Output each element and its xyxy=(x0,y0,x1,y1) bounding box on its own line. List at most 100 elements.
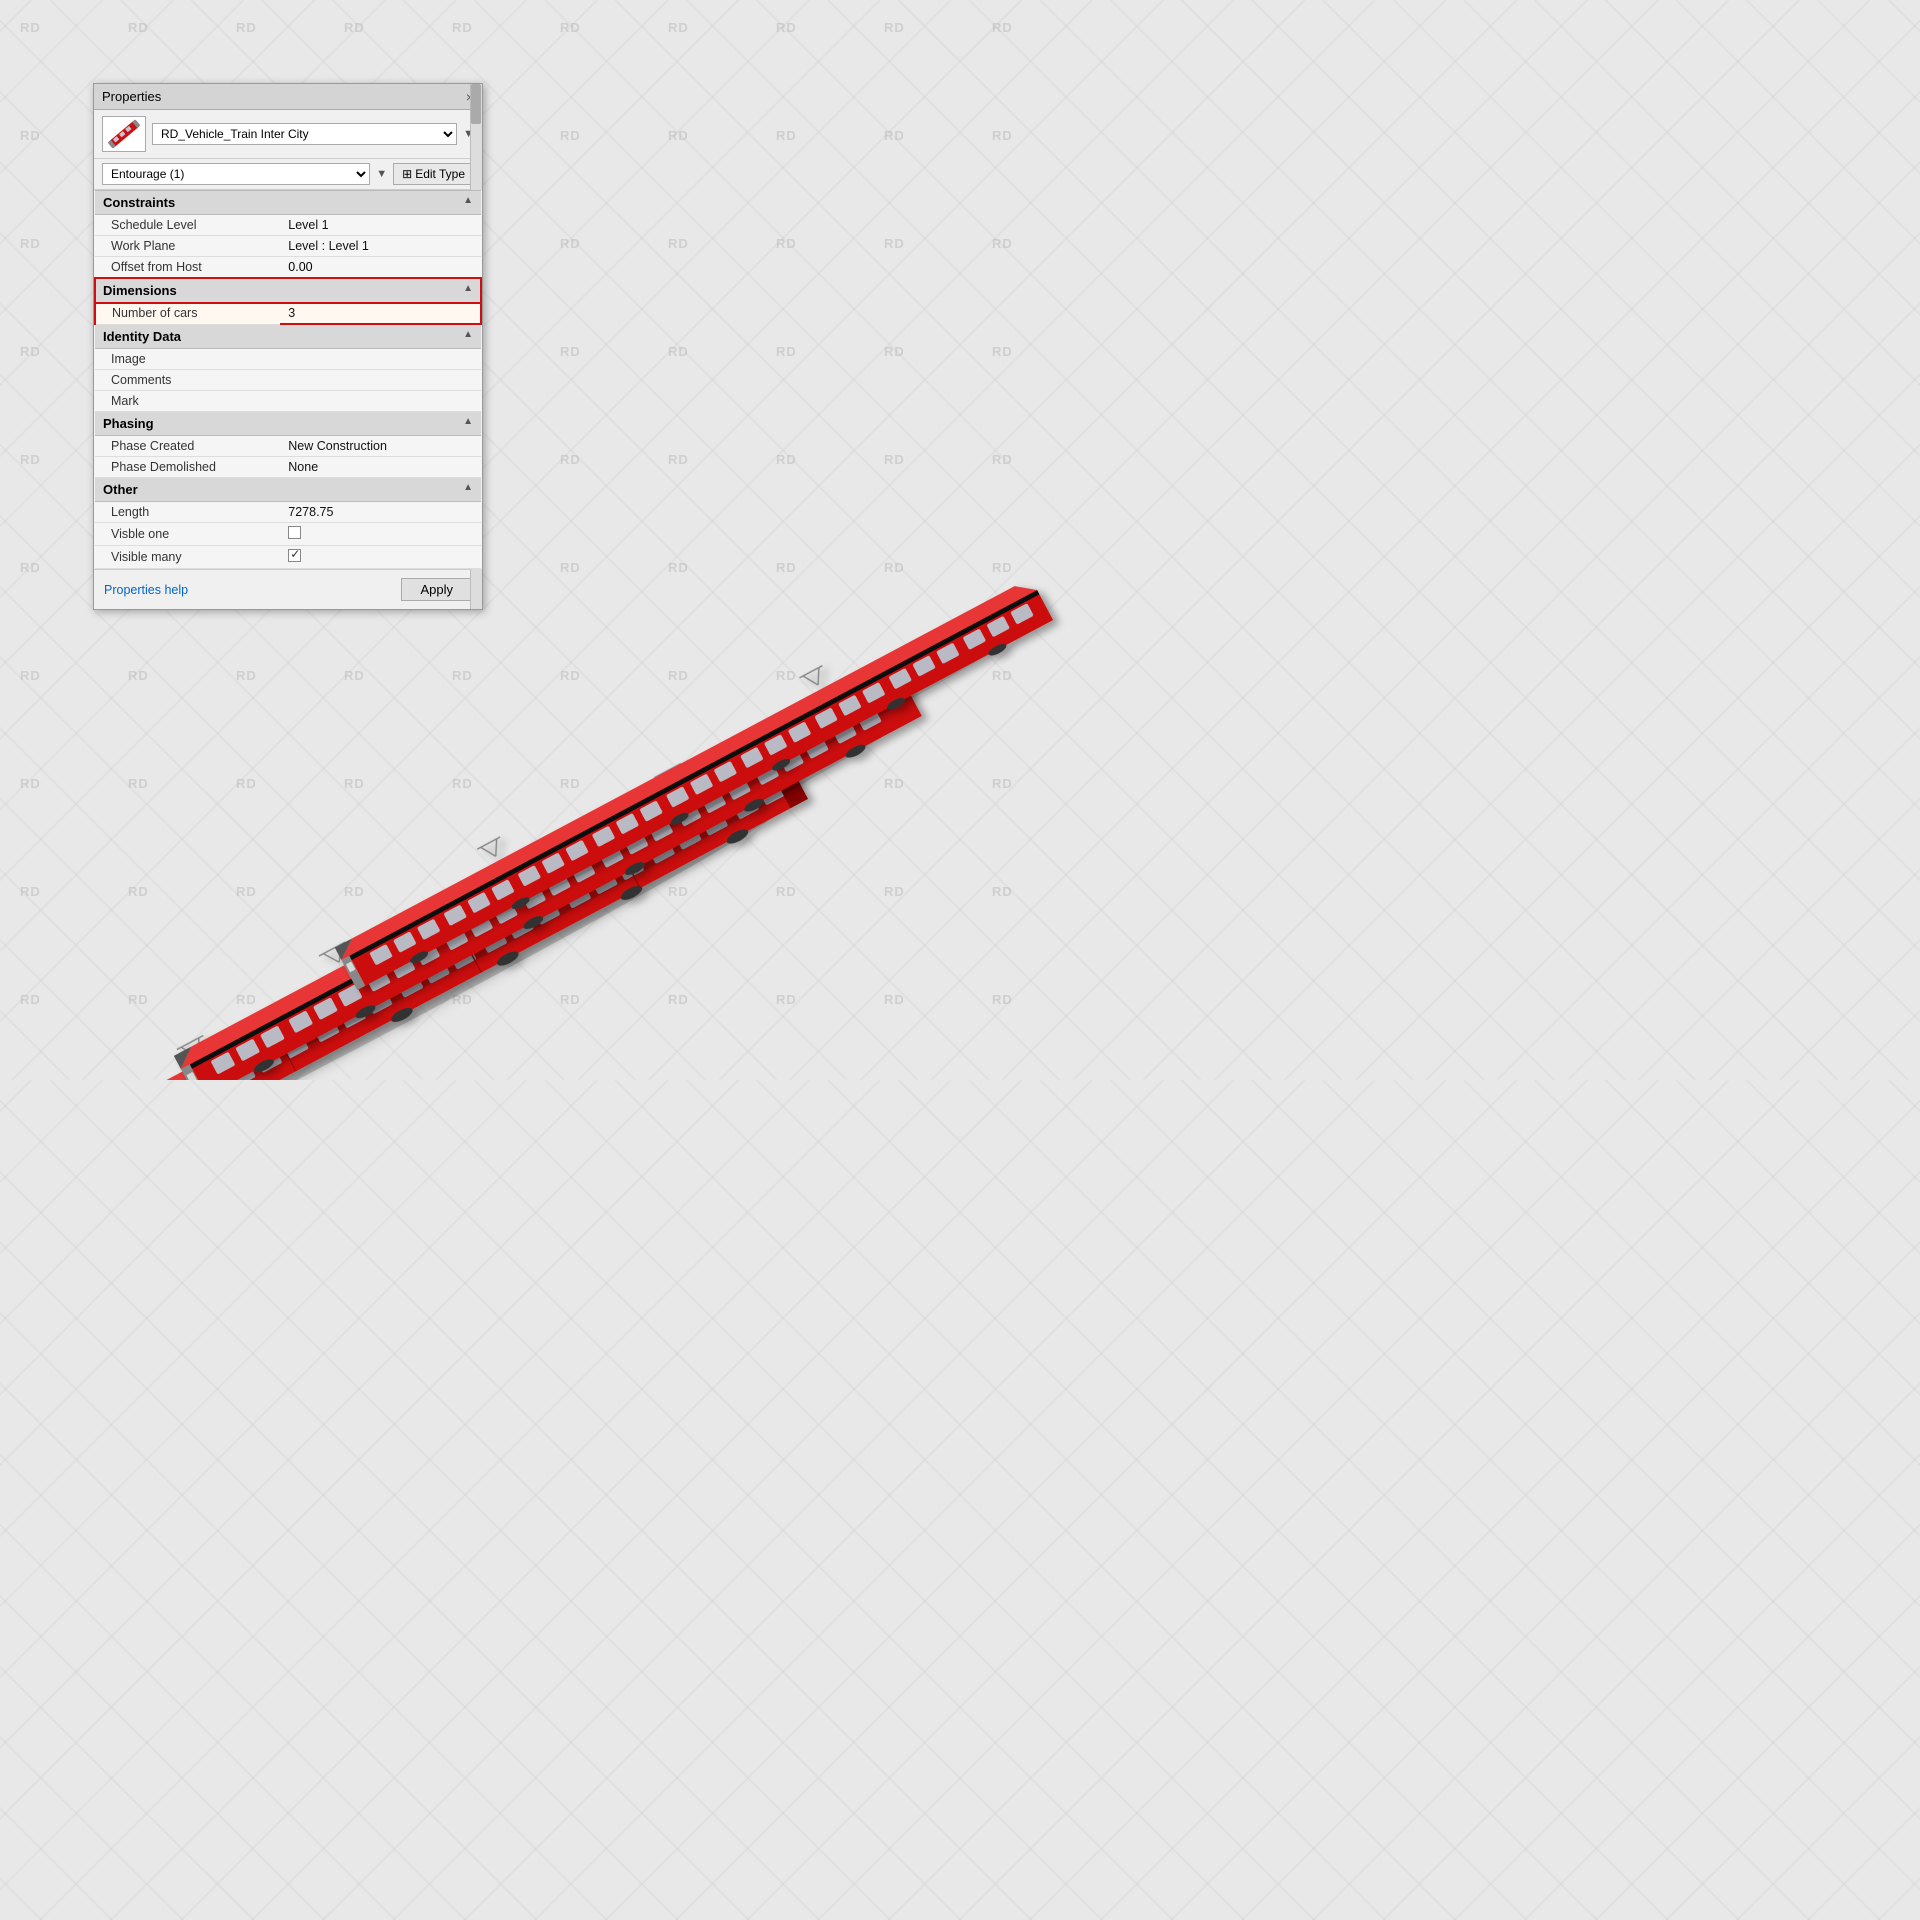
scroll-thumb[interactable] xyxy=(471,84,481,124)
offset-from-host-value[interactable] xyxy=(280,257,481,279)
watermark-text: RD xyxy=(884,344,905,359)
apply-button[interactable]: Apply xyxy=(401,578,472,601)
phase-created-label: Phase Created xyxy=(95,436,280,457)
visible-many-row: Visible many xyxy=(95,546,481,569)
number-of-cars-value[interactable]: 3 xyxy=(280,303,481,325)
panel-footer: Properties help Apply xyxy=(94,569,482,609)
watermark-text: RD xyxy=(992,128,1013,143)
watermark-text: RD xyxy=(776,344,797,359)
properties-help-link[interactable]: Properties help xyxy=(104,583,188,597)
thumbnail-train-icon xyxy=(104,118,144,150)
panel-titlebar: Properties × xyxy=(94,84,482,110)
edit-type-icon: ⊞ xyxy=(402,167,412,181)
offset-from-host-input[interactable] xyxy=(288,260,473,274)
watermark-text: RD xyxy=(236,20,257,35)
comments-row: Comments xyxy=(95,370,481,391)
watermark-text: RD xyxy=(20,20,41,35)
watermark-text: RD xyxy=(128,20,149,35)
comments-label: Comments xyxy=(95,370,280,391)
watermark-text: RD xyxy=(668,344,689,359)
watermark-text: RD xyxy=(992,236,1013,251)
watermark-text: RD xyxy=(884,20,905,35)
phasing-expand-icon[interactable]: ▲ xyxy=(463,416,473,427)
mark-value[interactable] xyxy=(280,391,481,412)
watermark-text: RD xyxy=(884,236,905,251)
visible-many-checkbox[interactable] xyxy=(288,549,301,562)
phase-created-value[interactable]: New Construction xyxy=(280,436,481,457)
watermark-text: RD xyxy=(776,20,797,35)
work-plane-label: Work Plane xyxy=(95,236,280,257)
mark-input[interactable] xyxy=(288,394,473,408)
visible-one-row: Visble one xyxy=(95,523,481,546)
watermark-text: RD xyxy=(20,128,41,143)
panel-title: Properties xyxy=(102,89,161,104)
dimensions-label: Dimensions xyxy=(103,283,177,298)
watermark-text: RD xyxy=(560,344,581,359)
watermark-text: RD xyxy=(20,236,41,251)
number-of-cars-label: Number of cars xyxy=(95,303,280,325)
identity-data-label: Identity Data xyxy=(103,329,181,344)
visible-one-value[interactable] xyxy=(280,523,481,546)
watermark-text: RD xyxy=(668,20,689,35)
constraints-expand-icon[interactable]: ▲ xyxy=(463,195,473,206)
watermark-text: RD xyxy=(884,128,905,143)
comments-input[interactable] xyxy=(288,373,473,387)
constraints-section-header: Constraints ▲ xyxy=(95,191,481,215)
phase-demolished-value[interactable]: None xyxy=(280,457,481,478)
constraints-label: Constraints xyxy=(103,195,175,210)
dimensions-expand-icon[interactable]: ▲ xyxy=(463,283,473,294)
offset-from-host-label: Offset from Host xyxy=(95,257,280,279)
watermark-text: RD xyxy=(20,344,41,359)
instance-row: Entourage (1) ▼ ⊞ Edit Type xyxy=(94,159,482,190)
image-label: Image xyxy=(95,349,280,370)
watermark-text: RD xyxy=(668,128,689,143)
work-plane-row: Work Plane Level : Level 1 xyxy=(95,236,481,257)
type-dropdown[interactable]: RD_Vehicle_Train Inter City xyxy=(152,123,457,145)
identity-data-expand-icon[interactable]: ▲ xyxy=(463,329,473,340)
watermark-text: RD xyxy=(776,128,797,143)
watermark-text: RD xyxy=(668,236,689,251)
watermark-text: RD xyxy=(560,128,581,143)
length-label: Length xyxy=(95,502,280,523)
visible-many-value[interactable] xyxy=(280,546,481,569)
schedule-level-value: Level 1 xyxy=(280,215,481,236)
other-expand-icon[interactable]: ▲ xyxy=(463,482,473,493)
other-section-header: Other ▲ xyxy=(95,478,481,502)
work-plane-value: Level : Level 1 xyxy=(280,236,481,257)
visible-one-label: Visble one xyxy=(95,523,280,546)
watermark-text: RD xyxy=(560,236,581,251)
edit-type-button[interactable]: ⊞ Edit Type xyxy=(393,163,474,185)
watermark-text: RD xyxy=(992,20,1013,35)
image-value xyxy=(280,349,481,370)
watermark-text: RD xyxy=(992,344,1013,359)
phase-demolished-label: Phase Demolished xyxy=(95,457,280,478)
dimensions-section-header: Dimensions ▲ xyxy=(95,278,481,303)
instance-dropdown-arrow-icon: ▼ xyxy=(376,168,387,180)
phasing-label: Phasing xyxy=(103,416,154,431)
watermark-text: RD xyxy=(452,20,473,35)
phase-demolished-row: Phase Demolished None xyxy=(95,457,481,478)
mark-row: Mark xyxy=(95,391,481,412)
watermark-text: RD xyxy=(560,20,581,35)
type-thumbnail xyxy=(102,116,146,152)
other-label: Other xyxy=(103,482,138,497)
properties-table: Constraints ▲ Schedule Level Level 1 Wor… xyxy=(94,190,482,569)
type-selector-row: RD_Vehicle_Train Inter City ▼ xyxy=(94,110,482,159)
phase-created-row: Phase Created New Construction xyxy=(95,436,481,457)
properties-panel: Properties × RD_Vehicle_Train Inter City… xyxy=(93,83,483,610)
length-value: 7278.75 xyxy=(280,502,481,523)
visible-many-label: Visible many xyxy=(95,546,280,569)
schedule-level-row: Schedule Level Level 1 xyxy=(95,215,481,236)
comments-value[interactable] xyxy=(280,370,481,391)
phasing-section-header: Phasing ▲ xyxy=(95,412,481,436)
train-3 xyxy=(325,560,1055,994)
watermark-text: RD xyxy=(344,20,365,35)
visible-one-checkbox[interactable] xyxy=(288,526,301,539)
schedule-level-label: Schedule Level xyxy=(95,215,280,236)
number-of-cars-row: Number of cars 3 xyxy=(95,303,481,325)
watermark-text: RD xyxy=(776,236,797,251)
edit-type-label: Edit Type xyxy=(415,167,465,181)
instance-dropdown[interactable]: Entourage (1) xyxy=(102,163,370,185)
mark-label: Mark xyxy=(95,391,280,412)
image-row: Image xyxy=(95,349,481,370)
